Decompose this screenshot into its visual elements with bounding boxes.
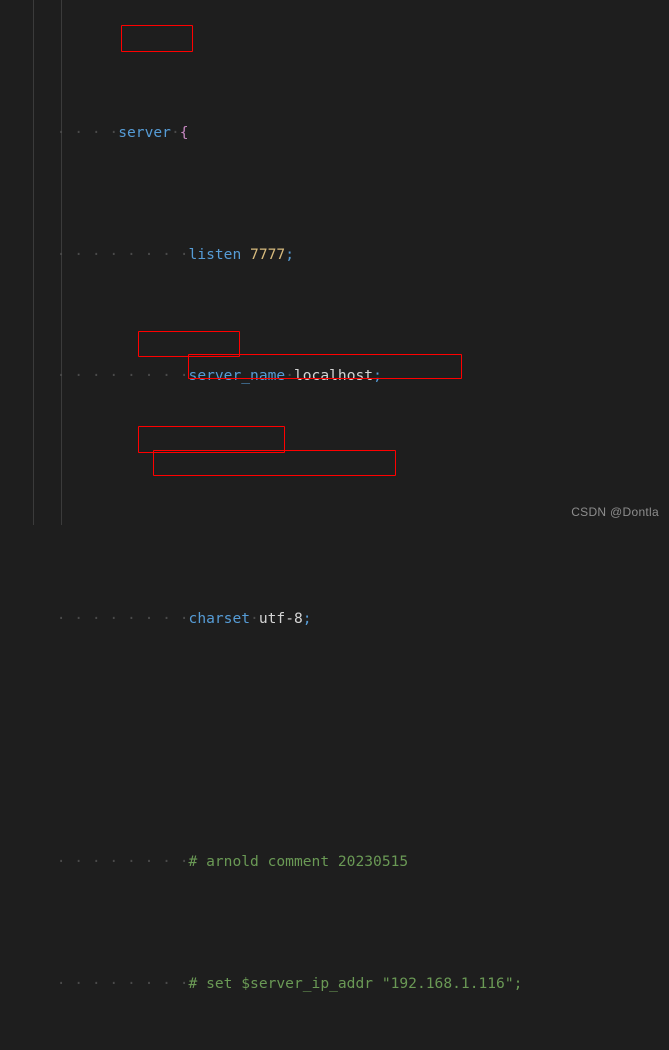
whitespace-dots: · · · · <box>127 367 189 385</box>
whitespace-dot: · <box>250 610 259 628</box>
code-line[interactable]: · · · · · · · ·server_name·localhost; <box>0 340 669 384</box>
token-semicolon: ; <box>285 245 294 263</box>
code-line[interactable]: · · · · · · · ·listen 7777; <box>0 219 669 263</box>
whitespace-dot <box>241 246 250 263</box>
code-line[interactable]: · · · · · · · ·# set $server_ip_addr "19… <box>0 948 669 992</box>
whitespace-dots: · · · · <box>56 853 128 871</box>
whitespace-dots: · · · · <box>56 974 128 992</box>
whitespace-dots: · · · · <box>127 974 189 992</box>
code-line-blank[interactable] <box>0 462 669 486</box>
token-port-value: 7777 <box>250 245 286 263</box>
whitespace-dots: · · · · <box>127 245 189 263</box>
token-comment: # arnold comment 20230515 <box>188 853 409 871</box>
token-value: utf-8 <box>258 610 303 628</box>
token-semicolon: ; <box>302 610 312 628</box>
token-comment: # set $server_ip_addr "192.168.1.116"; <box>188 974 523 992</box>
whitespace-dots: · · · · <box>56 124 119 142</box>
code-line[interactable]: · · · · · · · ·# arnold comment 20230515 <box>0 826 669 870</box>
token-value: localhost <box>293 367 374 385</box>
token-directive: listen <box>188 245 242 263</box>
token-directive: charset <box>188 610 251 628</box>
whitespace-dots: · · · · <box>56 245 128 263</box>
code-line[interactable]: · · · ·server·{ <box>0 97 669 141</box>
watermark: CSDN @Dontla <box>571 505 659 519</box>
code-content[interactable]: · · · ·server·{ · · · · · · · ·listen 77… <box>0 0 669 991</box>
whitespace-dots: · · · · <box>127 610 189 628</box>
token-directive: server_name <box>188 367 286 385</box>
code-line[interactable]: · · · · · · · ·charset·utf-8; <box>0 583 669 627</box>
token-brace-open: { <box>179 124 189 142</box>
code-editor[interactable]: · · · ·server·{ · · · · · · · ·listen 77… <box>0 0 669 992</box>
whitespace-dots: · · · · <box>56 367 128 385</box>
whitespace-dot: · <box>170 124 180 142</box>
whitespace-dot: · <box>285 367 294 385</box>
token-directive: server <box>118 124 171 142</box>
whitespace-dots: · · · · <box>127 853 189 871</box>
whitespace-dots: · · · · <box>56 610 128 628</box>
code-line-blank[interactable] <box>0 705 669 729</box>
token-semicolon: ; <box>373 367 382 385</box>
